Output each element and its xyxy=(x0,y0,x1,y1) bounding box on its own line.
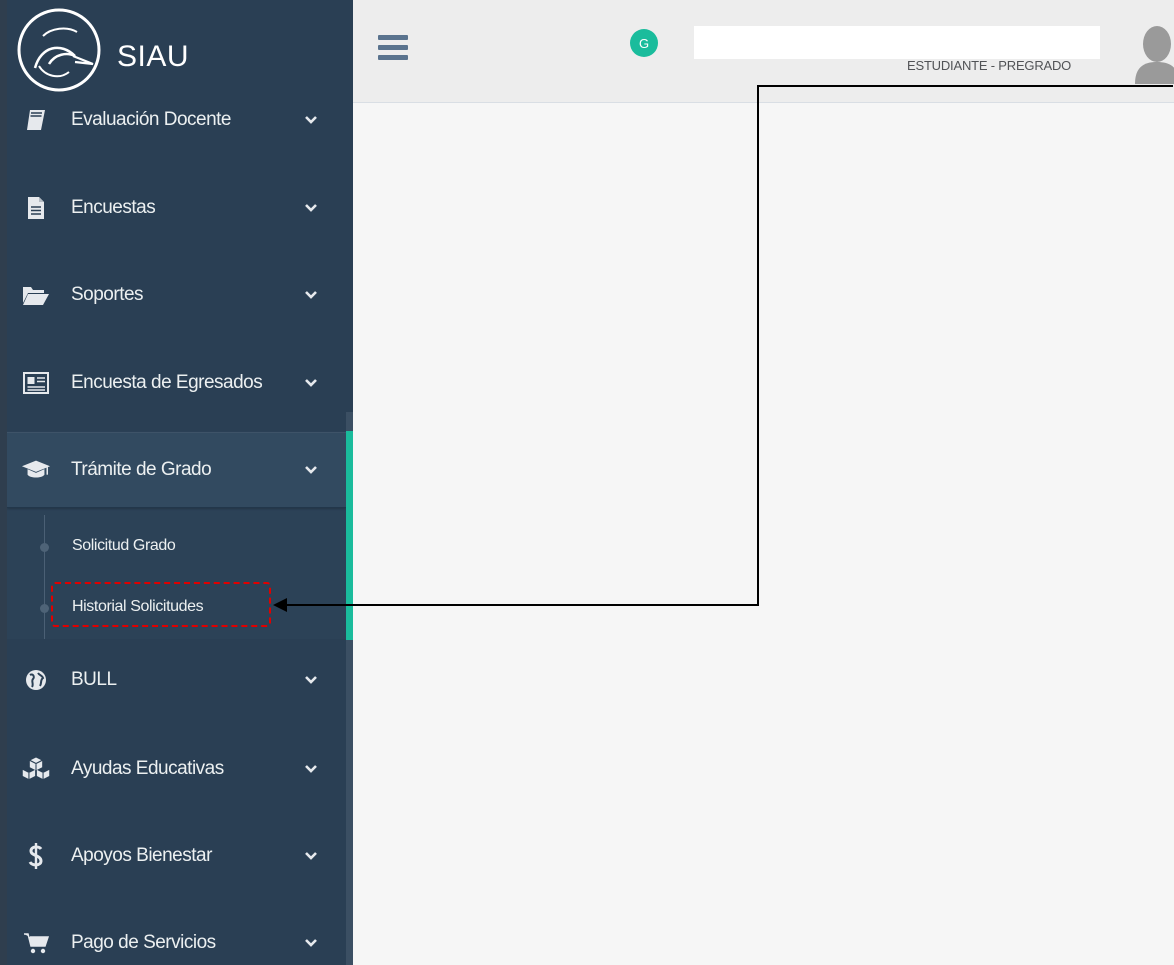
sidebar-item-encuesta-egresados[interactable]: Encuesta de Egresados xyxy=(7,353,346,413)
chevron-down-icon xyxy=(303,761,319,777)
sidebar-item-apoyos-bienestar[interactable]: Apoyos Bienestar xyxy=(7,826,346,886)
chevron-down-icon xyxy=(303,112,319,128)
search-input[interactable] xyxy=(694,26,1100,59)
shopping-cart-icon xyxy=(21,930,51,956)
annotation-highlight-box xyxy=(51,582,271,627)
chevron-down-icon xyxy=(303,200,319,216)
chevron-down-icon xyxy=(303,287,319,303)
hamburger-bar xyxy=(378,55,408,60)
chevron-down-icon xyxy=(303,935,319,951)
sidebar-item-evaluacion-docente[interactable]: Evaluación Docente xyxy=(7,90,346,150)
book-icon xyxy=(21,107,51,133)
chevron-down-icon xyxy=(303,462,319,478)
sidebar-item-ayudas-educativas[interactable]: Ayudas Educativas xyxy=(7,739,346,799)
folder-open-icon xyxy=(21,282,51,308)
sidebar-item-encuestas[interactable]: Encuestas xyxy=(7,178,346,238)
sidebar-item-label: Ayudas Educativas xyxy=(71,758,224,779)
sidebar: SIAU Evaluación Docente Encuestas Soport… xyxy=(7,0,353,965)
sidebar-item-soportes[interactable]: Soportes xyxy=(7,265,346,325)
unillanos-logo xyxy=(17,8,101,92)
newspaper-icon xyxy=(21,370,51,396)
user-avatar[interactable] xyxy=(1133,20,1174,84)
user-role-label: ESTUDIANTE - PREGRADO xyxy=(907,58,1072,73)
notification-badge[interactable]: G xyxy=(630,29,658,57)
active-indicator xyxy=(346,431,353,640)
hamburger-bar xyxy=(378,45,408,50)
hamburger-bar xyxy=(378,35,408,40)
app-window: SIAU Evaluación Docente Encuestas Soport… xyxy=(0,0,1174,965)
cubes-icon xyxy=(21,756,51,782)
submenu-bullet xyxy=(40,604,49,613)
graduation-cap-icon xyxy=(21,457,51,483)
sidebar-item-label: BULL xyxy=(71,669,117,690)
menu-toggle-icon[interactable] xyxy=(376,31,412,67)
chevron-down-icon xyxy=(303,672,319,688)
chevron-down-icon xyxy=(303,375,319,391)
app-title: SIAU xyxy=(117,40,190,73)
sidebar-item-pago-servicios[interactable]: Pago de Servicios xyxy=(7,913,346,965)
top-navbar: G ESTUDIANTE - PREGRADO xyxy=(353,0,1174,103)
submenu-bullet xyxy=(40,543,49,552)
submenu-item-label: Solicitud Grado xyxy=(72,537,176,554)
dollar-icon xyxy=(21,843,51,869)
globe-icon xyxy=(21,667,51,693)
sidebar-item-label: Evaluación Docente xyxy=(71,109,232,130)
sidebar-item-tramite-grado[interactable]: Trámite de Grado xyxy=(7,440,346,500)
sidebar-item-label: Encuesta de Egresados xyxy=(71,372,263,393)
sidebar-item-label: Encuestas xyxy=(71,197,156,218)
sidebar-item-bull[interactable]: BULL xyxy=(7,650,346,710)
submenu-item-solicitud-grado[interactable]: Solicitud Grado xyxy=(7,527,346,567)
chevron-down-icon xyxy=(303,848,319,864)
sidebar-item-label: Trámite de Grado xyxy=(71,459,212,480)
sidebar-item-label: Pago de Servicios xyxy=(71,932,216,953)
file-text-icon xyxy=(21,195,51,221)
sidebar-item-label: Apoyos Bienestar xyxy=(71,845,212,866)
brand-header[interactable]: SIAU xyxy=(7,0,353,100)
sidebar-item-label: Soportes xyxy=(71,284,144,305)
